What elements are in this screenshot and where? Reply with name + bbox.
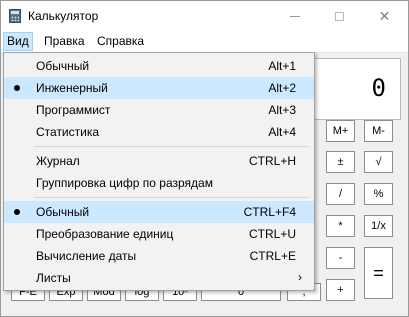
equals-key[interactable]: =	[364, 247, 393, 299]
close-icon: ✕	[378, 7, 391, 24]
menu-bar: Вид Правка Справка	[1, 31, 408, 53]
view-menu-item-scientific[interactable]: Инженерный Alt+2	[4, 77, 314, 99]
menu-item-label: Группировка цифр по разрядам	[36, 176, 213, 190]
window-title: Калькулятор	[28, 9, 99, 23]
maximize-icon	[335, 11, 344, 21]
view-menu-item-statistics[interactable]: Статистика Alt+4	[4, 121, 314, 143]
minimize-button[interactable]	[272, 1, 317, 31]
selected-bullet-icon	[14, 209, 20, 215]
menu-item-shortcut: Alt+2	[268, 81, 296, 95]
view-menu-item-digit-grouping[interactable]: Группировка цифр по разрядам	[4, 172, 314, 194]
menu-view[interactable]: Вид	[3, 32, 33, 51]
close-button[interactable]: ✕	[362, 1, 407, 31]
view-menu-item-unit-conversion[interactable]: Преобразование единиц CTRL+U	[4, 223, 314, 245]
menu-edit[interactable]: Правка	[41, 33, 88, 50]
minus-key[interactable]: -	[326, 247, 355, 269]
menu-item-label: Преобразование единиц	[36, 227, 174, 241]
view-menu-item-standard[interactable]: Обычный Alt+1	[4, 55, 314, 77]
multiply-key[interactable]: *	[326, 215, 355, 237]
reciprocal-key[interactable]: 1/x	[364, 215, 393, 237]
plus-key[interactable]: +	[326, 279, 355, 301]
menu-item-label: Журнал	[36, 154, 80, 168]
view-menu-item-worksheets[interactable]: Листы ›	[4, 267, 314, 289]
divide-key[interactable]: /	[326, 183, 355, 205]
view-menu-dropdown: Обычный Alt+1 Инженерный Alt+2 Программи…	[3, 52, 315, 291]
menu-item-label: Обычный	[36, 59, 90, 73]
memory-subtract-key[interactable]: M-	[364, 120, 393, 142]
menu-item-label: Инженерный	[36, 81, 108, 95]
menu-separator	[34, 197, 309, 198]
calculator-app-icon	[9, 9, 21, 23]
view-menu-item-date-calculation[interactable]: Вычисление даты CTRL+E	[4, 245, 314, 267]
menu-item-shortcut: Alt+3	[268, 103, 296, 117]
percent-key[interactable]: %	[364, 183, 393, 205]
view-menu-item-basic[interactable]: Обычный CTRL+F4	[4, 201, 314, 223]
title-bar: Калькулятор ✕	[1, 1, 408, 31]
plus-minus-key[interactable]: ±	[326, 151, 355, 173]
selected-bullet-icon	[14, 85, 20, 91]
menu-help[interactable]: Справка	[94, 33, 147, 50]
menu-item-shortcut: Alt+4	[268, 125, 296, 139]
display-value: 0	[371, 74, 386, 102]
menu-item-shortcut: CTRL+E	[249, 249, 296, 263]
menu-item-label: Программист	[36, 103, 111, 117]
minimize-icon	[289, 15, 300, 17]
square-root-key[interactable]: √	[364, 151, 393, 173]
maximize-button[interactable]	[317, 1, 362, 31]
view-menu-item-programmer[interactable]: Программист Alt+3	[4, 99, 314, 121]
memory-add-key[interactable]: M+	[326, 120, 355, 142]
view-menu-item-history[interactable]: Журнал CTRL+H	[4, 150, 314, 172]
menu-item-label: Листы	[36, 271, 71, 285]
menu-item-shortcut: CTRL+F4	[243, 205, 296, 219]
menu-item-label: Вычисление даты	[36, 249, 137, 263]
menu-separator	[34, 146, 309, 147]
submenu-arrow-icon: ›	[298, 270, 302, 284]
menu-item-shortcut: CTRL+H	[248, 154, 296, 168]
menu-item-shortcut: CTRL+U	[248, 227, 296, 241]
menu-item-label: Статистика	[36, 125, 100, 139]
menu-item-shortcut: Alt+1	[268, 59, 296, 73]
menu-item-label: Обычный	[36, 205, 90, 219]
calculator-window: Калькулятор ✕ Вид Правка Справка 0 M+ M-…	[0, 0, 409, 317]
